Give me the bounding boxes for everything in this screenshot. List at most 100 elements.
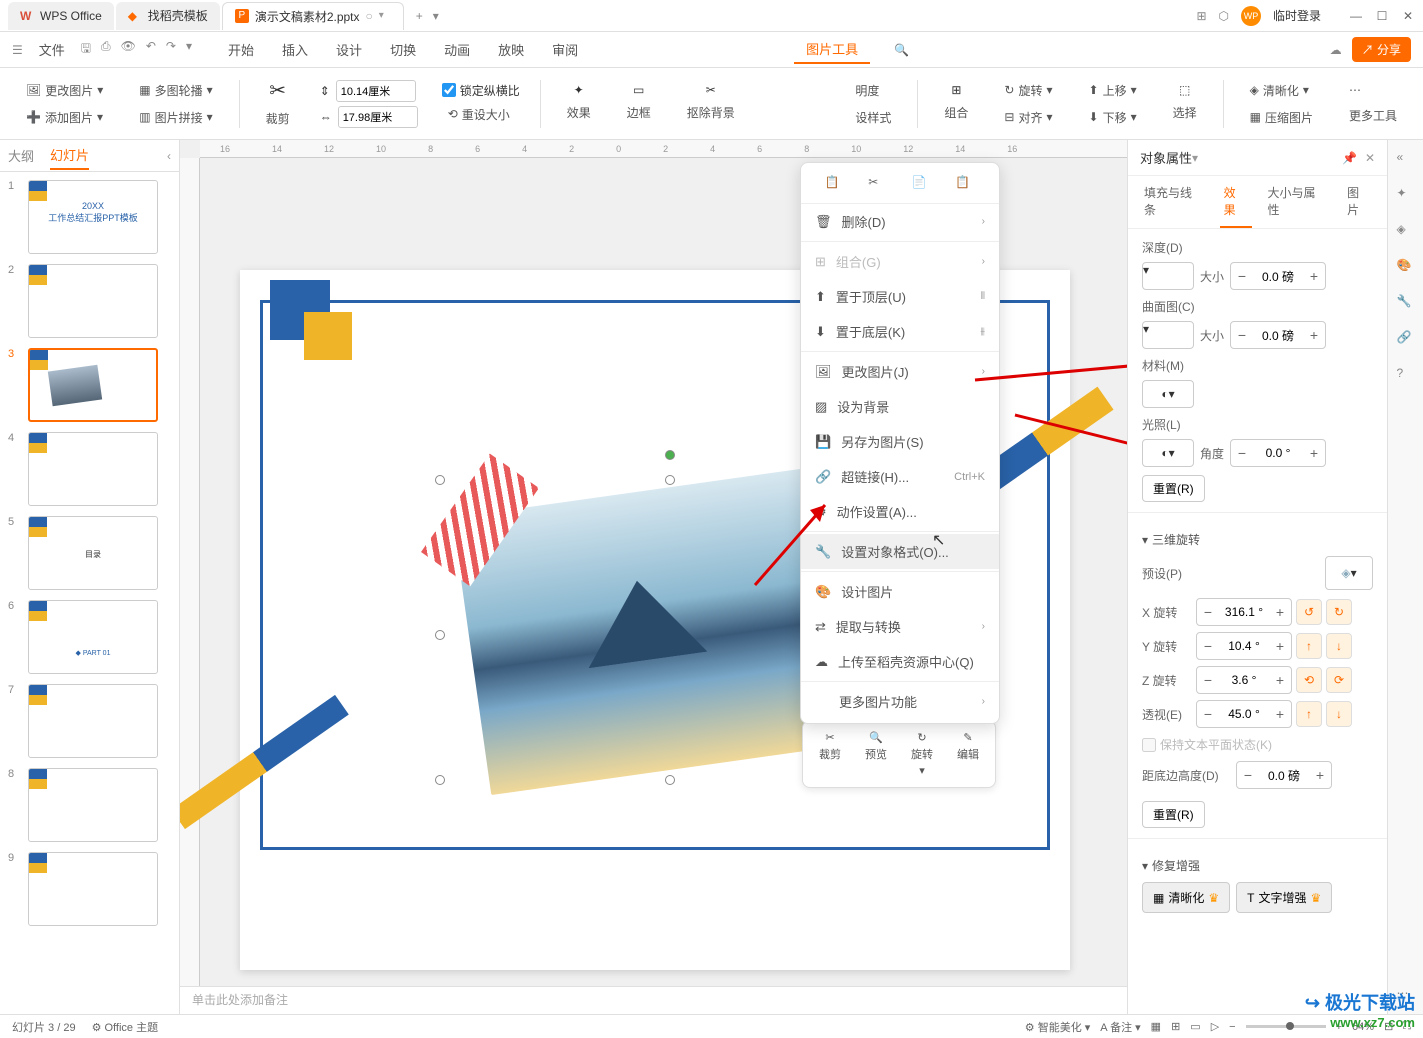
redo-icon[interactable]: ↷ [166,39,176,60]
compress-button[interactable]: ▦压缩图片 [1244,106,1319,129]
ctx-object-format[interactable]: 🔧设置对象格式(O)... [801,534,999,569]
menu-slideshow[interactable]: 放映 [486,36,536,63]
avatar[interactable]: WP [1241,6,1261,26]
perspective-up-button[interactable]: ↑ [1296,701,1322,727]
perspective-input[interactable] [1219,707,1269,721]
width-input[interactable] [338,106,418,128]
help-icon[interactable]: ? [1397,366,1415,384]
slide-thumb-3[interactable]: 3 [8,348,171,422]
increase-button[interactable]: + [1269,667,1291,693]
decrease-button[interactable]: − [1197,633,1219,659]
slide-thumb-8[interactable]: 8 [8,768,171,842]
lock-ratio-checkbox[interactable] [442,83,456,97]
menu-design[interactable]: 设计 [324,36,374,63]
decrease-button[interactable]: − [1231,263,1253,289]
mini-rotate-button[interactable]: ↻旋转▾ [901,727,943,781]
ctx-bring-front[interactable]: ⬆置于顶层(U)⫴ [801,279,999,314]
y-rot-up-button[interactable]: ↑ [1296,633,1322,659]
layers-icon[interactable]: ◈ [1397,222,1415,240]
z-rot-cw-button[interactable]: ⟳ [1326,667,1352,693]
slide-thumb-4[interactable]: 4 [8,432,171,506]
y-rot-down-button[interactable]: ↓ [1326,633,1352,659]
cloud-icon[interactable]: ☁ [1330,43,1342,57]
view-normal-icon[interactable]: ▦ [1151,1020,1161,1033]
increase-button[interactable]: + [1269,633,1291,659]
mini-crop-button[interactable]: ✂裁剪 [809,727,851,781]
rotate-button[interactable]: ↻旋转 ▾ [998,79,1058,102]
curve-color-select[interactable]: ▾ [1142,321,1194,349]
select-button[interactable]: 选择 [1167,101,1203,124]
z-rot-input[interactable] [1219,673,1269,687]
cut-icon[interactable]: ✂ [868,175,888,195]
border-button[interactable]: 边框 [621,101,657,124]
maximize-button[interactable]: ☐ [1375,9,1389,23]
align-top-icon[interactable]: ⫴ [981,291,985,302]
close-button[interactable]: ✕ [1401,9,1415,23]
change-image-button[interactable]: 🖼更改图片 ▾ [20,79,109,102]
x-rot-right-button[interactable]: ↻ [1326,599,1352,625]
decrease-button[interactable]: − [1231,322,1253,348]
x-rot-left-button[interactable]: ↺ [1296,599,1322,625]
more-tools-icon[interactable]: ⋯ [1343,80,1403,100]
slide-thumb-7[interactable]: 7 [8,684,171,758]
perspective-down-button[interactable]: ↓ [1326,701,1352,727]
decrease-button[interactable]: − [1197,701,1219,727]
menu-review[interactable]: 审阅 [540,36,590,63]
rotation-section-title[interactable]: ▾ 三维旋转 [1142,531,1373,548]
preview-icon[interactable]: 👁 [121,39,136,60]
collapse-icon[interactable]: « [1397,150,1415,168]
slide-thumb-1[interactable]: 120XX工作总结汇报PPT模板 [8,180,171,254]
copy-icon[interactable]: 📋 [825,175,845,195]
depth-color-select[interactable]: ▾ [1142,262,1194,290]
menu-start[interactable]: 开始 [216,36,266,63]
menu-file[interactable]: 文件 [27,36,77,63]
text-enhance-button[interactable]: T文字增强♛ [1236,882,1332,913]
props-tab-fill[interactable]: 填充与线条 [1140,176,1208,228]
canvas-area[interactable]: 1614121086420246810121416 [180,140,1127,1014]
undo-icon[interactable]: ↶ [146,39,156,60]
effects-icon[interactable]: ✦ [574,83,584,97]
decrease-button[interactable]: − [1197,599,1219,625]
close-panel-icon[interactable]: ✕ [1365,151,1375,165]
decrease-button[interactable]: − [1237,762,1259,788]
props-tab-effect[interactable]: 效果 [1220,176,1252,228]
mini-preview-button[interactable]: 🔍预览 [855,727,897,781]
group-button[interactable]: 组合 [938,101,974,124]
add-image-button[interactable]: ➕添加图片 ▾ [20,106,109,129]
notes-button[interactable]: A 备注 ▾ [1100,1019,1140,1035]
image-stitch-button[interactable]: ▥图片拼接 ▾ [133,106,218,129]
props-tab-image[interactable]: 图片 [1343,176,1375,228]
effects-button[interactable]: 效果 [561,101,597,124]
hamburger-icon[interactable]: ☰ [12,43,23,57]
ctx-design-image[interactable]: 🎨设计图片 [801,574,999,609]
material-select[interactable]: ◐▾ [1142,380,1194,408]
crop-icon[interactable]: ✂ [269,78,286,103]
depth-value-input[interactable] [1253,269,1303,283]
menu-image-tools[interactable]: 图片工具 [794,35,870,64]
tab-templates[interactable]: ◆ 找稻壳模板 [116,2,220,30]
share-button[interactable]: ↗ 分享 [1352,37,1411,62]
ctx-extract-convert[interactable]: ⇄提取与转换› [801,609,999,644]
view-sorter-icon[interactable]: ⊞ [1171,1020,1180,1033]
smart-beauty-button[interactable]: ⚙ 智能美化 ▾ [1025,1019,1091,1035]
close-icon[interactable]: ▾ [379,10,391,22]
rotate-handle[interactable] [665,450,675,460]
ctx-upload-resource[interactable]: ☁上传至稻壳资源中心(Q) [801,644,999,679]
tab-list-button[interactable]: ▾ [433,9,439,23]
paste-special-icon[interactable]: 📋 [955,175,975,195]
more-tools-button[interactable]: 更多工具 [1343,104,1403,127]
palette-icon[interactable]: 🎨 [1397,258,1415,276]
resize-handle-bc[interactable] [665,775,675,785]
z-rot-ccw-button[interactable]: ⟲ [1296,667,1322,693]
resize-handle-bl[interactable] [435,775,445,785]
slide-thumb-2[interactable]: 2 [8,264,171,338]
slide-thumb-9[interactable]: 9 [8,852,171,926]
align-button[interactable]: ⊟对齐 ▾ [998,106,1058,129]
zoom-out-button[interactable]: − [1229,1021,1235,1033]
increase-button[interactable]: + [1269,599,1291,625]
clarity-button[interactable]: ◈清晰化 ▾ [1244,79,1319,102]
x-rot-input[interactable] [1219,605,1269,619]
increase-button[interactable]: + [1309,762,1331,788]
notes-bar[interactable]: 单击此处添加备注 [180,986,1127,1014]
new-tab-button[interactable]: + [406,9,433,23]
